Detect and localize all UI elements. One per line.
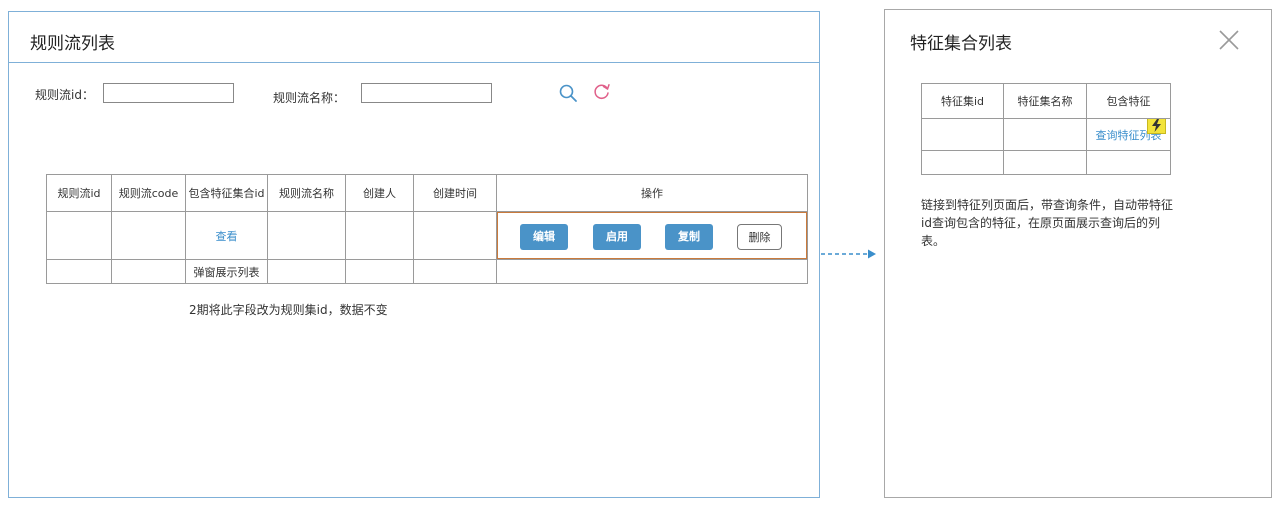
table-cell xyxy=(111,211,186,260)
table-header-row: 规则流id 规则流code 包含特征集合id 规则流名称 创建人 创建时间 操作 xyxy=(46,174,808,212)
table-cell xyxy=(345,211,414,260)
link-behavior-note: 链接到特征列页面后，带查询条件，自动带特征id查询包含的特征，在原页面展示查询后… xyxy=(921,198,1174,248)
table-cell xyxy=(413,259,497,284)
table-cell xyxy=(46,211,112,260)
refresh-icon[interactable] xyxy=(592,82,612,102)
table-cell xyxy=(413,211,497,260)
actions-group: 编辑 启用 复制 删除 xyxy=(497,212,807,259)
feature-set-list-panel: 特征集合列表 特征集id 特征集名称 包含特征 查询特征列表 链接到特征列页面后… xyxy=(884,9,1272,498)
table-cell: 查看 xyxy=(185,211,268,260)
table-cell xyxy=(267,211,346,260)
feature-set-table: 特征集id 特征集名称 包含特征 查询特征列表 xyxy=(921,83,1171,175)
panel-title: 特征集合列表 xyxy=(910,34,1012,54)
flow-arrow-icon xyxy=(820,248,878,260)
title-divider xyxy=(9,62,819,63)
column-header-feature-set-name: 特征集名称 xyxy=(1003,83,1087,119)
column-header-created-time: 创建时间 xyxy=(413,174,497,212)
column-header-included-features: 包含特征 xyxy=(1086,83,1171,119)
table-cell xyxy=(1003,150,1087,175)
table-cell xyxy=(496,259,808,284)
table-cell xyxy=(46,259,112,284)
enable-button[interactable]: 启用 xyxy=(593,224,641,250)
edit-button[interactable]: 编辑 xyxy=(520,224,568,250)
rule-flow-list-panel: 规则流列表 规则流id： 规则流名称： 规则流id 规则流code 包含特征集合… xyxy=(8,11,820,498)
rule-flow-id-label: 规则流id： xyxy=(35,88,94,102)
search-icon[interactable] xyxy=(558,83,578,103)
popup-note-cell: 弹窗展示列表 xyxy=(185,259,268,284)
table-cell xyxy=(345,259,414,284)
table-cell xyxy=(111,259,186,284)
table-header-row: 特征集id 特征集名称 包含特征 xyxy=(921,83,1171,119)
table-cell xyxy=(921,118,1004,151)
column-header-actions: 操作 xyxy=(496,174,808,212)
column-header-creator: 创建人 xyxy=(345,174,414,212)
actions-cell: 编辑 启用 复制 删除 xyxy=(496,211,808,260)
column-header-feature-set-id: 包含特征集合id xyxy=(185,174,268,212)
rule-flow-name-label: 规则流名称： xyxy=(273,91,346,105)
table-cell xyxy=(921,150,1004,175)
table-row: 查看 编辑 启用 复制 删除 xyxy=(46,211,808,260)
column-header-rule-flow-code: 规则流code xyxy=(111,174,186,212)
table-row: 弹窗展示列表 xyxy=(46,259,808,284)
column-header-feature-set-id: 特征集id xyxy=(921,83,1004,119)
table-cell xyxy=(267,259,346,284)
page-title: 规则流列表 xyxy=(30,34,115,54)
table-cell xyxy=(1003,118,1087,151)
table-cell xyxy=(1086,150,1171,175)
included-features-cell: 查询特征列表 xyxy=(1086,118,1171,151)
column-header-rule-flow-name: 规则流名称 xyxy=(267,174,346,212)
phase-two-note: 2期将此字段改为规则集id，数据不变 xyxy=(189,303,388,317)
table-row xyxy=(921,150,1171,175)
lightning-icon xyxy=(1147,119,1166,134)
view-feature-set-link[interactable]: 查看 xyxy=(216,230,238,243)
close-icon[interactable] xyxy=(1217,28,1241,52)
copy-button[interactable]: 复制 xyxy=(665,224,713,250)
rule-flow-table: 规则流id 规则流code 包含特征集合id 规则流名称 创建人 创建时间 操作… xyxy=(46,174,808,284)
delete-button[interactable]: 删除 xyxy=(737,224,782,250)
table-row: 查询特征列表 xyxy=(921,118,1171,151)
rule-flow-name-input[interactable] xyxy=(361,83,492,103)
column-header-rule-flow-id: 规则流id xyxy=(46,174,112,212)
rule-flow-id-input[interactable] xyxy=(103,83,234,103)
